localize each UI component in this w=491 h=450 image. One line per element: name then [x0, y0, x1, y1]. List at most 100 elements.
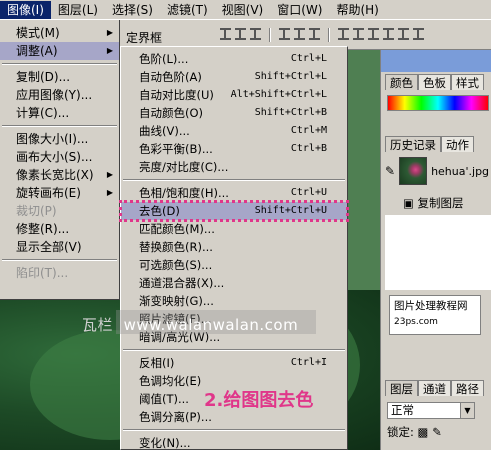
menu-filter[interactable]: 滤镜(T)	[160, 1, 215, 19]
menu-item-shortcut: Ctrl+B	[290, 143, 327, 154]
adjust-menu-item[interactable]: 渐变映射(G)...	[121, 292, 347, 310]
distribute-left-icon[interactable]	[383, 28, 394, 40]
menu-item-label: 去色(D)	[139, 204, 180, 218]
adjust-menu-item[interactable]: 去色(D) Shift+Ctrl+U	[119, 200, 349, 222]
menu-separator	[0, 122, 119, 130]
lock-label: 锁定:	[387, 425, 414, 439]
tab-layers[interactable]: 图层	[385, 380, 418, 396]
menu-item-label: 计算(C)...	[16, 106, 70, 120]
distribute-bottom-icon[interactable]	[368, 28, 379, 40]
menu-layer[interactable]: 图层(L)	[51, 1, 105, 19]
toolbar-separator	[269, 28, 271, 42]
menu-image[interactable]: 图像(I)	[0, 0, 51, 19]
menu-item-label: 匹配颜色(M)...	[139, 222, 215, 236]
blend-mode-select[interactable]: 正常 ▼	[387, 402, 475, 419]
image-menu-item[interactable]: 显示全部(V)	[0, 238, 119, 256]
image-menu-item[interactable]: 应用图像(Y)...	[0, 86, 119, 104]
adjust-menu-item[interactable]: 色相/饱和度(H)... Ctrl+U	[121, 184, 347, 202]
adjust-menu-item[interactable]: 可选颜色(S)...	[121, 256, 347, 274]
menu-view[interactable]: 视图(V)	[215, 1, 271, 19]
lock-row: 锁定: ▩ ✎	[387, 424, 442, 440]
menu-item-label: 模式(M)	[16, 26, 60, 40]
tab-color[interactable]: 颜色	[385, 74, 418, 90]
align-center-icon[interactable]	[294, 28, 305, 40]
align-top-icon[interactable]	[220, 28, 231, 40]
adjust-menu-item[interactable]: 自动对比度(U) Alt+Shift+Ctrl+L	[121, 86, 347, 104]
adjust-menu-item[interactable]: 反相(I) Ctrl+I	[121, 354, 347, 372]
tab-history[interactable]: 历史记录	[385, 136, 441, 152]
menu-window[interactable]: 窗口(W)	[270, 1, 329, 19]
menu-item-shortcut: Ctrl+I	[290, 357, 327, 368]
image-menu-item[interactable]: 画布大小(S)...	[0, 148, 119, 166]
tab-swatches[interactable]: 色板	[418, 74, 451, 90]
history-snapshot[interactable]: ✎ hehua'.jpg	[385, 153, 491, 189]
adjust-menu-item[interactable]: 色阶(L)... Ctrl+L	[121, 50, 347, 68]
tab-actions[interactable]: 动作	[441, 136, 474, 152]
submenu-arrow-icon: ▶	[106, 170, 113, 179]
history-thumbnail	[399, 157, 428, 185]
image-menu-item[interactable]: 修整(R)...	[0, 220, 119, 238]
distribute-top-icon[interactable]	[338, 28, 349, 40]
adjust-menu-item[interactable]: 替换颜色(R)...	[121, 238, 347, 256]
submenu-arrow-icon: ▶	[106, 188, 113, 197]
adjust-menu-item[interactable]: 亮度/对比度(C)...	[121, 158, 347, 176]
color-palette-tabs: 颜色 色板 样式	[385, 74, 484, 90]
align-left-icon[interactable]	[279, 28, 290, 40]
bounding-box-label[interactable]: 定界框	[126, 29, 162, 46]
history-step-icon: ▣	[403, 196, 418, 210]
image-menu-item[interactable]: 模式(M) ▶	[0, 24, 119, 42]
menu-help[interactable]: 帮助(H)	[329, 1, 385, 19]
lock-transparency-icon[interactable]: ▩	[418, 425, 429, 439]
distribute-center-icon[interactable]	[398, 28, 409, 40]
image-menu-item[interactable]: 图像大小(I)...	[0, 130, 119, 148]
adjust-menu-item[interactable]: 自动颜色(O) Shift+Ctrl+B	[121, 104, 347, 122]
watermark-logo: 图片处理教程网 23ps.com	[389, 295, 481, 335]
palette-well	[381, 50, 491, 72]
blend-mode-value: 正常	[391, 403, 414, 417]
menu-item-label: 调整(A)	[16, 44, 58, 58]
menu-item-label: 自动对比度(U)	[139, 88, 214, 102]
tab-channels[interactable]: 通道	[418, 380, 451, 396]
menu-item-label: 渐变映射(G)...	[139, 294, 214, 308]
menu-item-label: 图像大小(I)...	[16, 132, 89, 146]
canvas-strip	[348, 50, 380, 290]
menu-item-label: 亮度/对比度(C)...	[139, 160, 229, 174]
adjust-menu-item[interactable]: 自动色阶(A) Shift+Ctrl+L	[121, 68, 347, 86]
menu-separator	[121, 176, 347, 184]
adjust-menu-item[interactable]: 变化(N)...	[121, 434, 347, 450]
menu-item-label: 陷印(T)...	[16, 266, 69, 280]
color-spectrum-bar[interactable]	[387, 95, 489, 111]
tab-styles[interactable]: 样式	[451, 74, 484, 90]
image-menu-item[interactable]: 计算(C)...	[0, 104, 119, 122]
menu-item-label: 显示全部(V)	[16, 240, 82, 254]
menu-item-label: 自动颜色(O)	[139, 106, 204, 120]
watermark-text: 图片处理	[394, 300, 436, 312]
distribute-middle-icon[interactable]	[353, 28, 364, 40]
menu-item-label: 替换颜色(R)...	[139, 240, 213, 254]
menu-select[interactable]: 选择(S)	[105, 1, 160, 19]
distribute-right-icon[interactable]	[413, 28, 424, 40]
toolbar-separator	[328, 28, 330, 42]
lock-paint-icon[interactable]: ✎	[432, 425, 442, 439]
image-menu-item[interactable]: 像素长宽比(X) ▶	[0, 166, 119, 184]
align-tools	[220, 28, 424, 42]
align-right-icon[interactable]	[309, 28, 320, 40]
image-menu-item[interactable]: 旋转画布(E) ▶	[0, 184, 119, 202]
adjust-menu-item[interactable]: 通道混合器(X)...	[121, 274, 347, 292]
menu-item-label: 色相/饱和度(H)...	[139, 186, 229, 200]
image-menu-item[interactable]: 调整(A) ▶	[0, 42, 119, 60]
adjust-menu-item[interactable]: 曲线(V)... Ctrl+M	[121, 122, 347, 140]
history-brush-icon: ✎	[385, 164, 396, 178]
site-watermark: 瓦栏 www.walanwalan.com	[82, 314, 298, 335]
menu-separator	[121, 346, 347, 354]
adjust-menu-item[interactable]: 匹配颜色(M)...	[121, 220, 347, 238]
menu-item-shortcut: Ctrl+M	[290, 125, 327, 136]
image-menu-item[interactable]: 复制(D)...	[0, 68, 119, 86]
adjust-menu-item[interactable]: 色彩平衡(B)... Ctrl+B	[121, 140, 347, 158]
history-step[interactable]: ▣ 复制图层	[403, 195, 464, 211]
menu-separator	[0, 256, 119, 264]
tab-paths[interactable]: 路径	[451, 380, 484, 396]
align-middle-icon[interactable]	[235, 28, 246, 40]
align-bottom-icon[interactable]	[250, 28, 261, 40]
menu-item-label: 反相(I)	[139, 356, 175, 370]
